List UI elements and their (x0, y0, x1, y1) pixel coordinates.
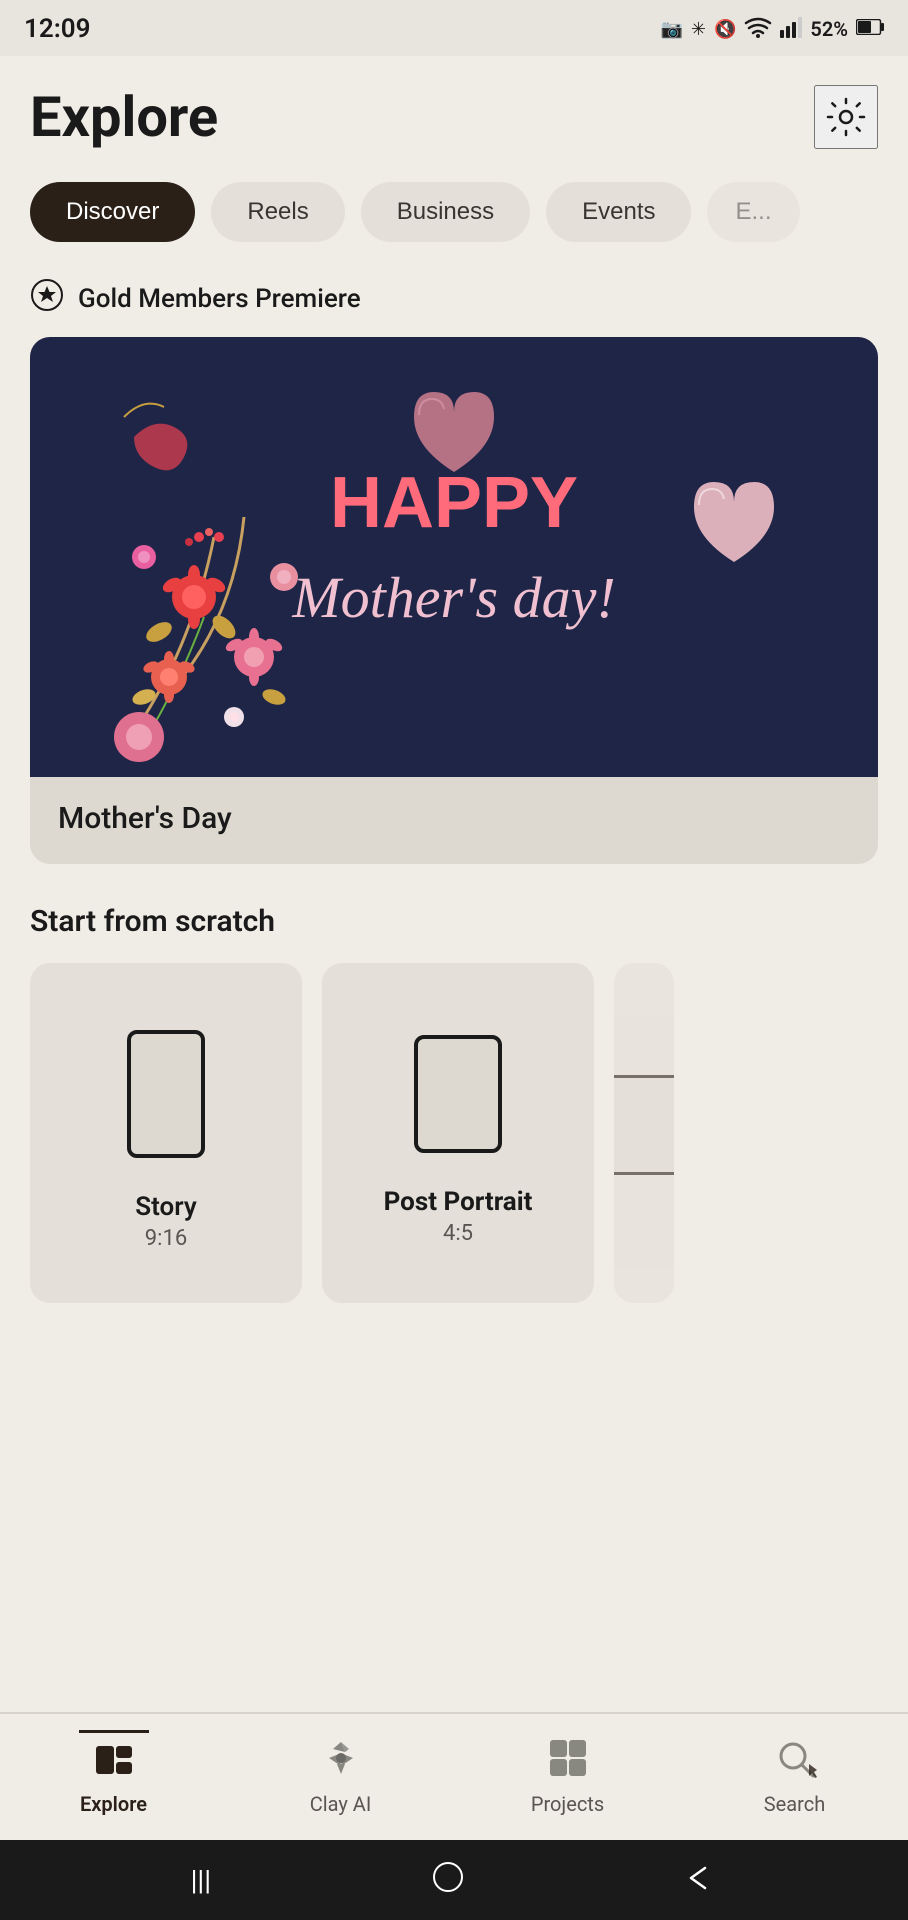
android-home-btn[interactable] (432, 1861, 464, 1900)
scratch-card-story[interactable]: Story 9:16 (30, 963, 302, 1303)
projects-nav-label: Projects (531, 1792, 604, 1816)
search-icon (769, 1732, 821, 1784)
story-card-ratio: 9:16 (145, 1226, 187, 1251)
gold-members-section: Gold Members Premiere (30, 278, 878, 864)
mothers-day-illustration: HAPPY Mother's day! (30, 337, 878, 777)
battery-icon (856, 19, 884, 40)
tab-events[interactable]: Events (546, 182, 691, 242)
gold-members-text: Gold Members Premiere (78, 284, 361, 314)
mute-icon: 🔇 (714, 19, 736, 40)
category-tabs: Discover Reels Business Events E... (30, 182, 878, 242)
settings-button[interactable] (814, 85, 878, 149)
story-icon (121, 1024, 211, 1168)
featured-card-image: HAPPY Mother's day! (30, 337, 878, 777)
extra-card-icon (614, 1075, 674, 1175)
scratch-card-post-portrait[interactable]: Post Portrait 4:5 (322, 963, 594, 1303)
post-portrait-icon (408, 1029, 508, 1163)
gear-icon (824, 95, 868, 139)
wifi-icon (744, 15, 772, 44)
featured-card-title: Mother's Day (30, 777, 878, 864)
projects-icon (542, 1732, 594, 1784)
clay-ai-icon (315, 1732, 367, 1784)
story-card-name: Story (135, 1192, 197, 1222)
scratch-section-title: Start from scratch (30, 904, 878, 939)
android-nav-bar: ||| (0, 1840, 908, 1920)
gold-star-icon (30, 278, 64, 319)
tab-discover[interactable]: Discover (30, 182, 195, 242)
gold-members-label: Gold Members Premiere (30, 278, 878, 319)
bottom-nav: Explore Clay AI Projects (0, 1712, 908, 1840)
explore-icon (88, 1732, 140, 1784)
tab-reels[interactable]: Reels (211, 182, 344, 242)
clay-ai-nav-label: Clay AI (310, 1792, 372, 1816)
post-portrait-card-ratio: 4:5 (443, 1221, 473, 1246)
main-content: Explore Discover Reels Business Events E… (0, 56, 908, 1712)
svg-text:HAPPY: HAPPY (330, 463, 578, 543)
scratch-card-extra[interactable] (614, 963, 674, 1303)
explore-active-indicator (79, 1730, 149, 1733)
scratch-section: Start from scratch Story 9:16 (30, 904, 878, 1303)
tab-extra[interactable]: E... (707, 182, 799, 242)
nav-item-clay-ai[interactable]: Clay AI (227, 1732, 454, 1816)
battery-percent: 52% (810, 17, 848, 41)
status-icons: 📷 ✳ 🔇 52% (660, 15, 884, 44)
android-menu-btn[interactable]: ||| (191, 1864, 212, 1897)
svg-text:Mother's day!: Mother's day! (291, 565, 615, 630)
page-title: Explore (30, 84, 218, 150)
signal-icon (780, 16, 802, 43)
nav-item-projects[interactable]: Projects (454, 1732, 681, 1816)
header: Explore (30, 84, 878, 150)
camera-icon: 📷 (660, 19, 682, 40)
tab-business[interactable]: Business (361, 182, 530, 242)
scratch-cards: Story 9:16 Post Portrait 4:5 (30, 963, 878, 1303)
search-nav-label: Search (764, 1792, 825, 1816)
status-time: 12:09 (24, 14, 91, 44)
nav-item-search[interactable]: Search (681, 1732, 908, 1816)
featured-card[interactable]: HAPPY Mother's day! Mother's Day (30, 337, 878, 864)
explore-nav-label: Explore (80, 1792, 147, 1816)
bluetooth-icon: ✳ (691, 19, 706, 40)
android-back-btn[interactable] (685, 1864, 717, 1897)
post-portrait-card-name: Post Portrait (384, 1187, 533, 1217)
status-bar: 12:09 📷 ✳ 🔇 52% (0, 0, 908, 56)
nav-item-explore[interactable]: Explore (0, 1732, 227, 1816)
